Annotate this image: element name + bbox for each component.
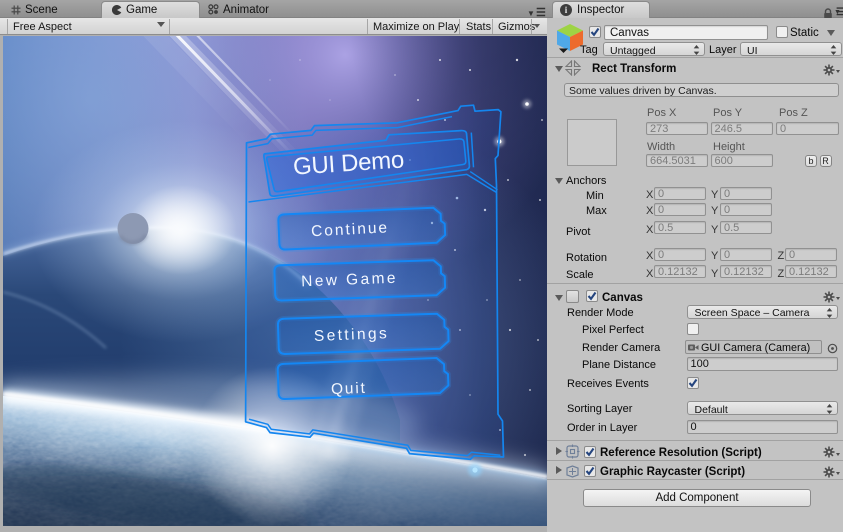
svg-text:Settings: Settings	[314, 325, 390, 345]
svg-text:Quit: Quit	[331, 380, 367, 398]
